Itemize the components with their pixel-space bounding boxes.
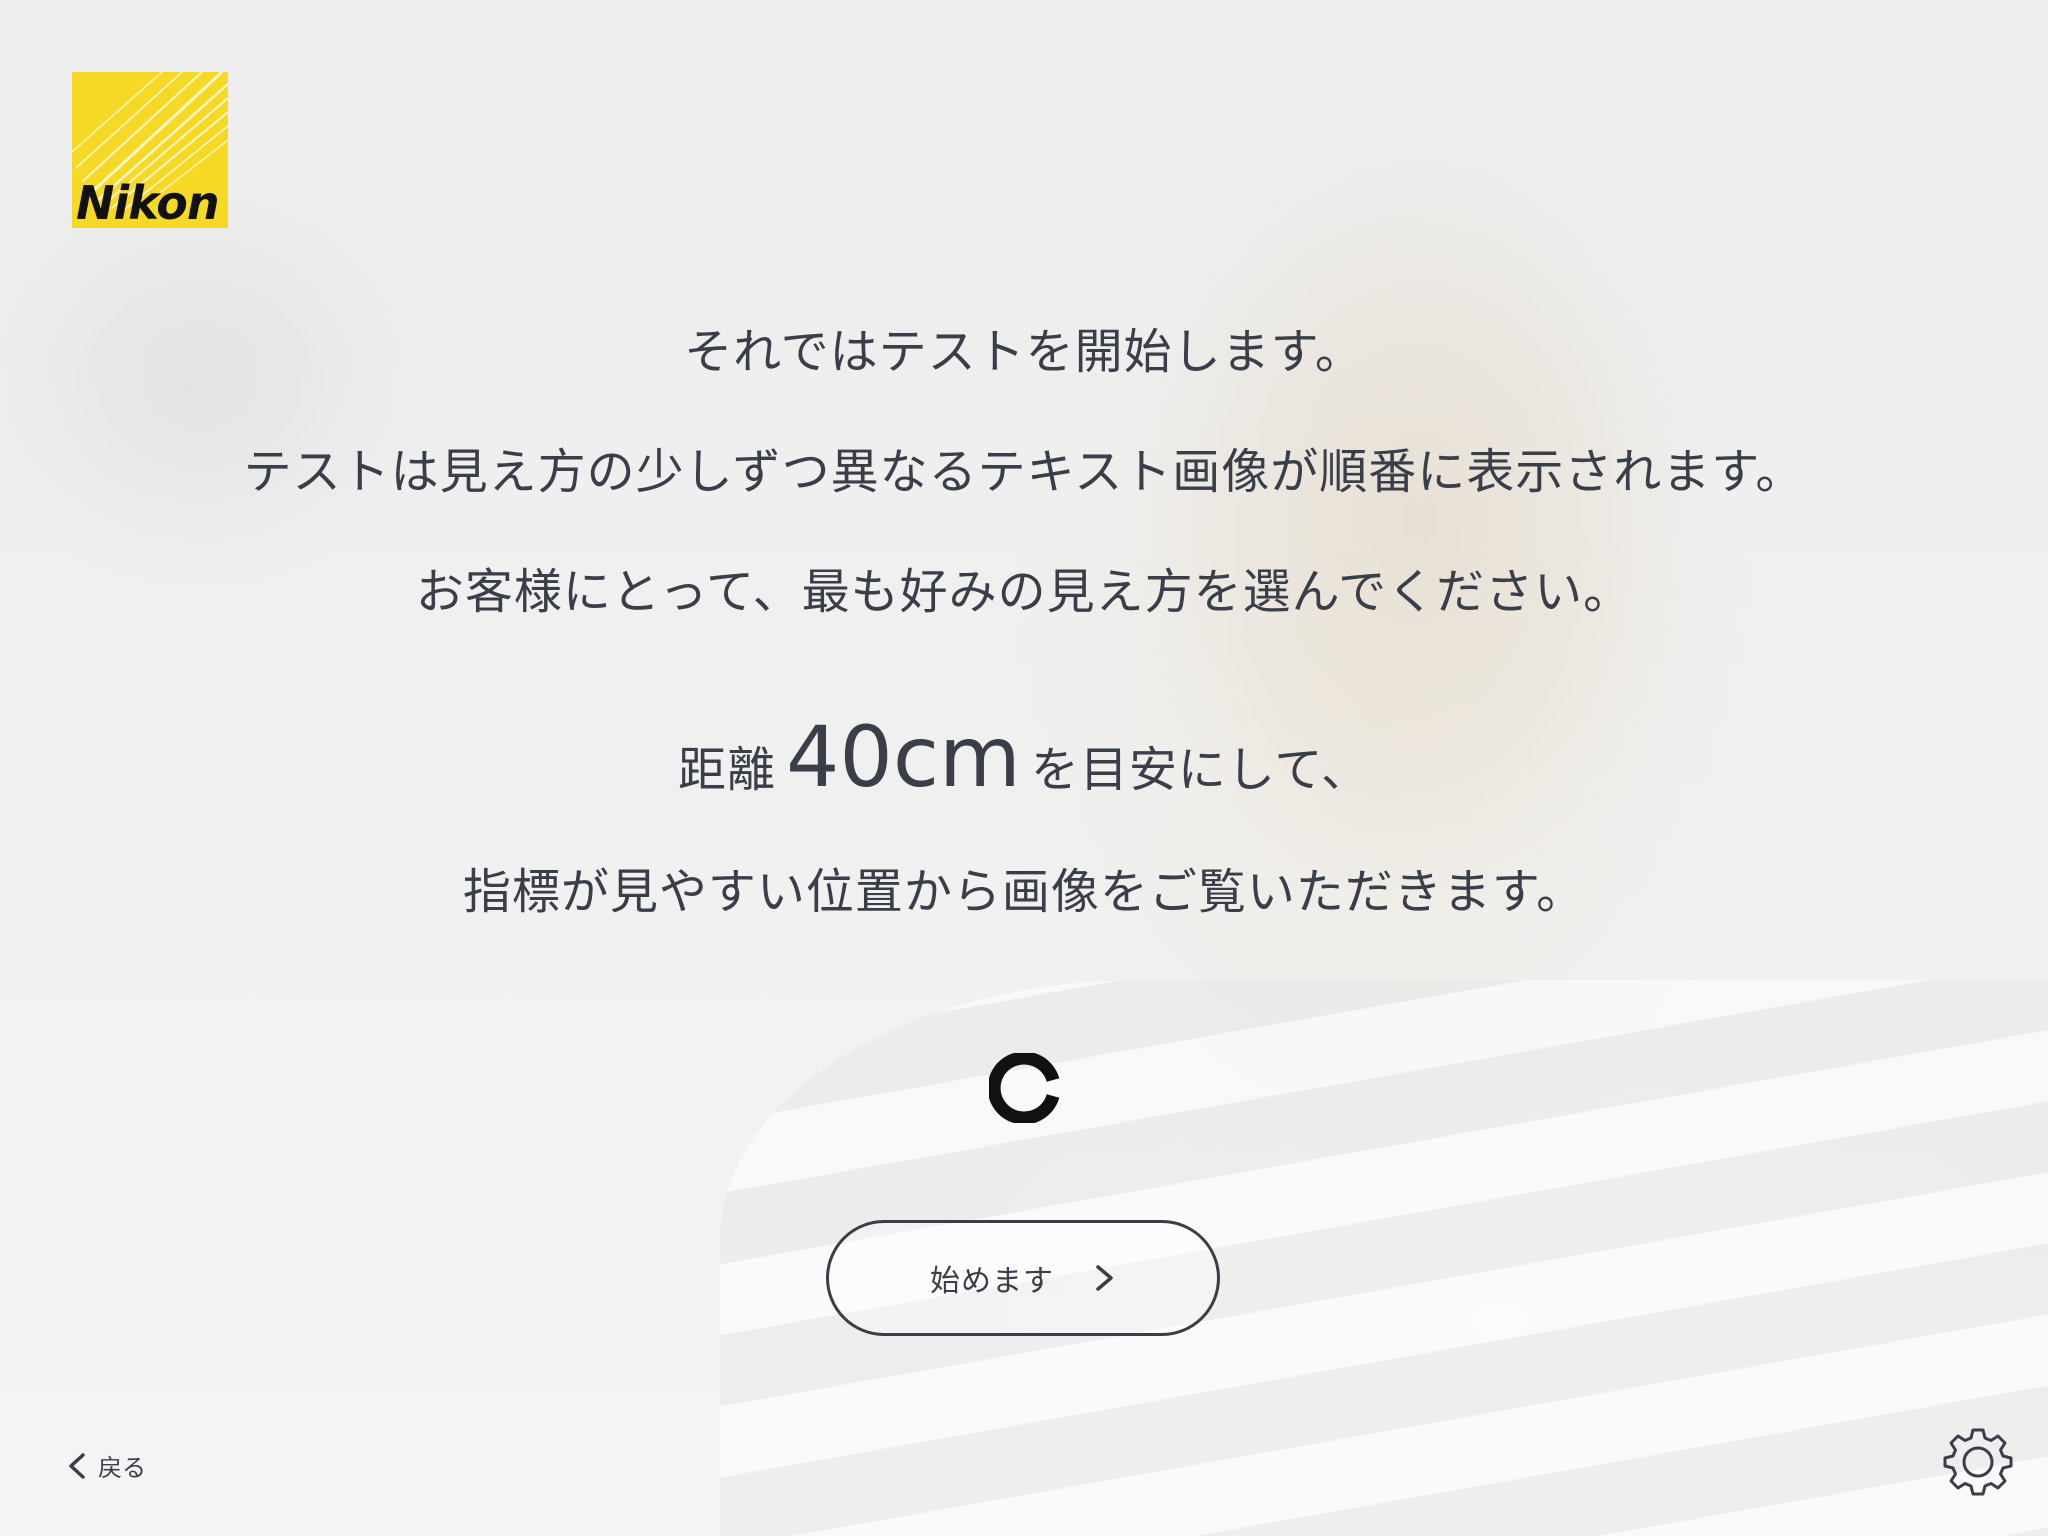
distance-suffix: を目安にして、: [1030, 742, 1371, 798]
gear-icon[interactable]: [1940, 1424, 2016, 1500]
logo-wordmark: Nikon: [76, 176, 220, 228]
distance-value: 40cm: [785, 708, 1021, 806]
instruction-line-images: テストは見え方の少しずつ異なるテキスト画像が順番に表示されます。: [243, 444, 1805, 500]
chevron-left-icon: [69, 1452, 85, 1479]
distance-prefix: 距離: [677, 742, 776, 798]
start-button-label: 始めます: [930, 1264, 1054, 1299]
back-button[interactable]: 戻る: [66, 1448, 146, 1483]
landolt-c-icon: [989, 1053, 1059, 1123]
instruction-line-position: 指標が見やすい位置から画像をご覧いただきます。: [462, 864, 1586, 920]
instruction-line-start: それではテストを開始します。: [684, 324, 1364, 380]
start-button[interactable]: 始めます: [826, 1220, 1220, 1336]
back-label: 戻る: [98, 1454, 146, 1482]
chevron-right-icon: [1096, 1265, 1113, 1291]
instruction-line-choose: お客様にとって、最も好みの見え方を選んでください。: [415, 564, 1633, 620]
instruction-line-distance: 距離 40cm を目安にして、: [0, 708, 2048, 806]
nikon-logo: Nikon: [72, 72, 228, 228]
